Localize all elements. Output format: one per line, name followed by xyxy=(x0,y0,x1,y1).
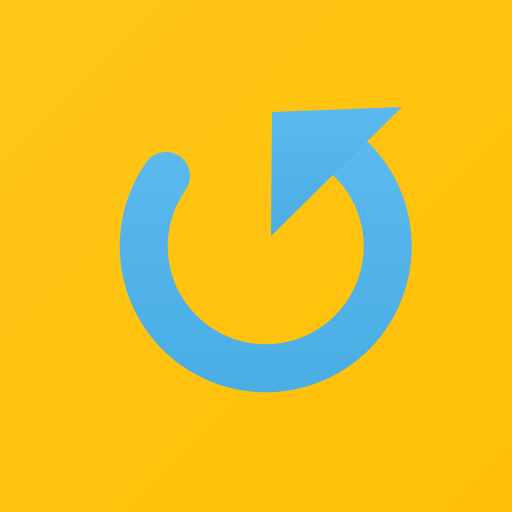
refresh-arc xyxy=(119,124,412,393)
refresh-icon xyxy=(119,107,412,393)
refresh-app-icon[interactable] xyxy=(0,0,512,512)
